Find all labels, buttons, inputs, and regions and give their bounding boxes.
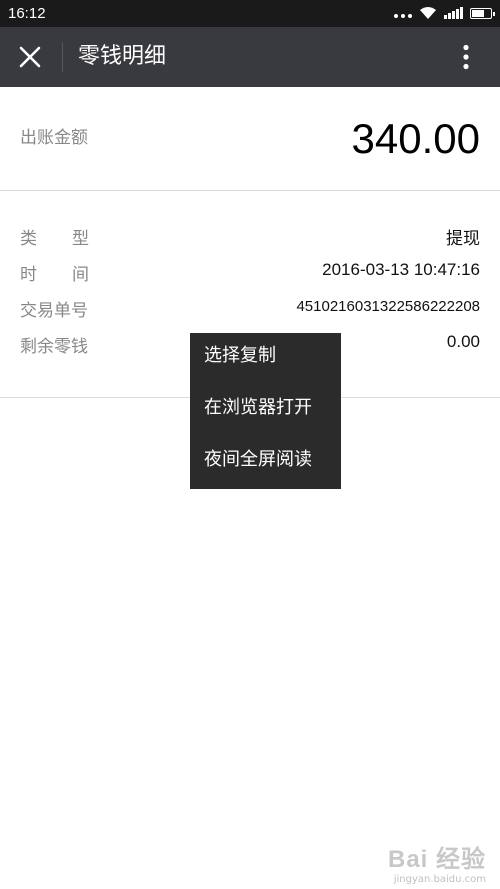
amount-label: 出账金额 xyxy=(20,128,88,148)
dots-icon xyxy=(394,14,412,18)
status-icons xyxy=(394,6,495,20)
detail-row-time: 时间 2016-03-13 10:47:16 xyxy=(0,254,500,290)
detail-value-balance: 0.00 xyxy=(446,332,480,351)
watermark: Bai 经验 jingyan.baidu.com xyxy=(388,839,486,885)
amount-section: 出账金额 340.00 xyxy=(0,87,500,191)
context-menu: 选择复制 在浏览器打开 夜间全屏阅读 xyxy=(190,333,341,489)
battery-icon xyxy=(470,7,495,19)
detail-label-time: 时间 xyxy=(20,265,124,285)
detail-label-balance: 剩余零钱 xyxy=(20,337,88,357)
amount-value: 340.00 xyxy=(351,115,480,162)
menu-item-select-copy[interactable]: 选择复制 xyxy=(190,339,341,391)
status-bar: 16:12 xyxy=(0,0,500,27)
detail-label-type: 类型 xyxy=(20,229,124,249)
more-vertical-icon xyxy=(463,44,469,70)
wifi-icon xyxy=(420,7,436,19)
signal-icon xyxy=(444,7,463,19)
page-title: 零钱明细 xyxy=(78,44,167,69)
detail-value-time: 2016-03-13 10:47:16 xyxy=(322,260,480,279)
menu-item-open-browser[interactable]: 在浏览器打开 xyxy=(190,391,341,443)
watermark-logo: Bai 经验 xyxy=(387,846,486,873)
watermark-url: jingyan.baidu.com xyxy=(393,874,486,885)
more-button[interactable] xyxy=(448,39,484,75)
close-icon xyxy=(19,46,41,68)
menu-item-night-reading[interactable]: 夜间全屏阅读 xyxy=(190,443,341,495)
detail-row-type: 类型 提现 xyxy=(0,218,500,254)
header-divider xyxy=(62,42,63,72)
close-button[interactable] xyxy=(10,37,50,77)
detail-value-order: 4510216031322586222208 xyxy=(296,298,480,315)
detail-value-type: 提现 xyxy=(446,229,480,248)
detail-row-order: 交易单号 4510216031322586222208 xyxy=(0,290,500,326)
status-time: 16:12 xyxy=(8,5,46,22)
detail-label-order: 交易单号 xyxy=(20,301,88,321)
app-bar: 零钱明细 xyxy=(0,27,500,87)
